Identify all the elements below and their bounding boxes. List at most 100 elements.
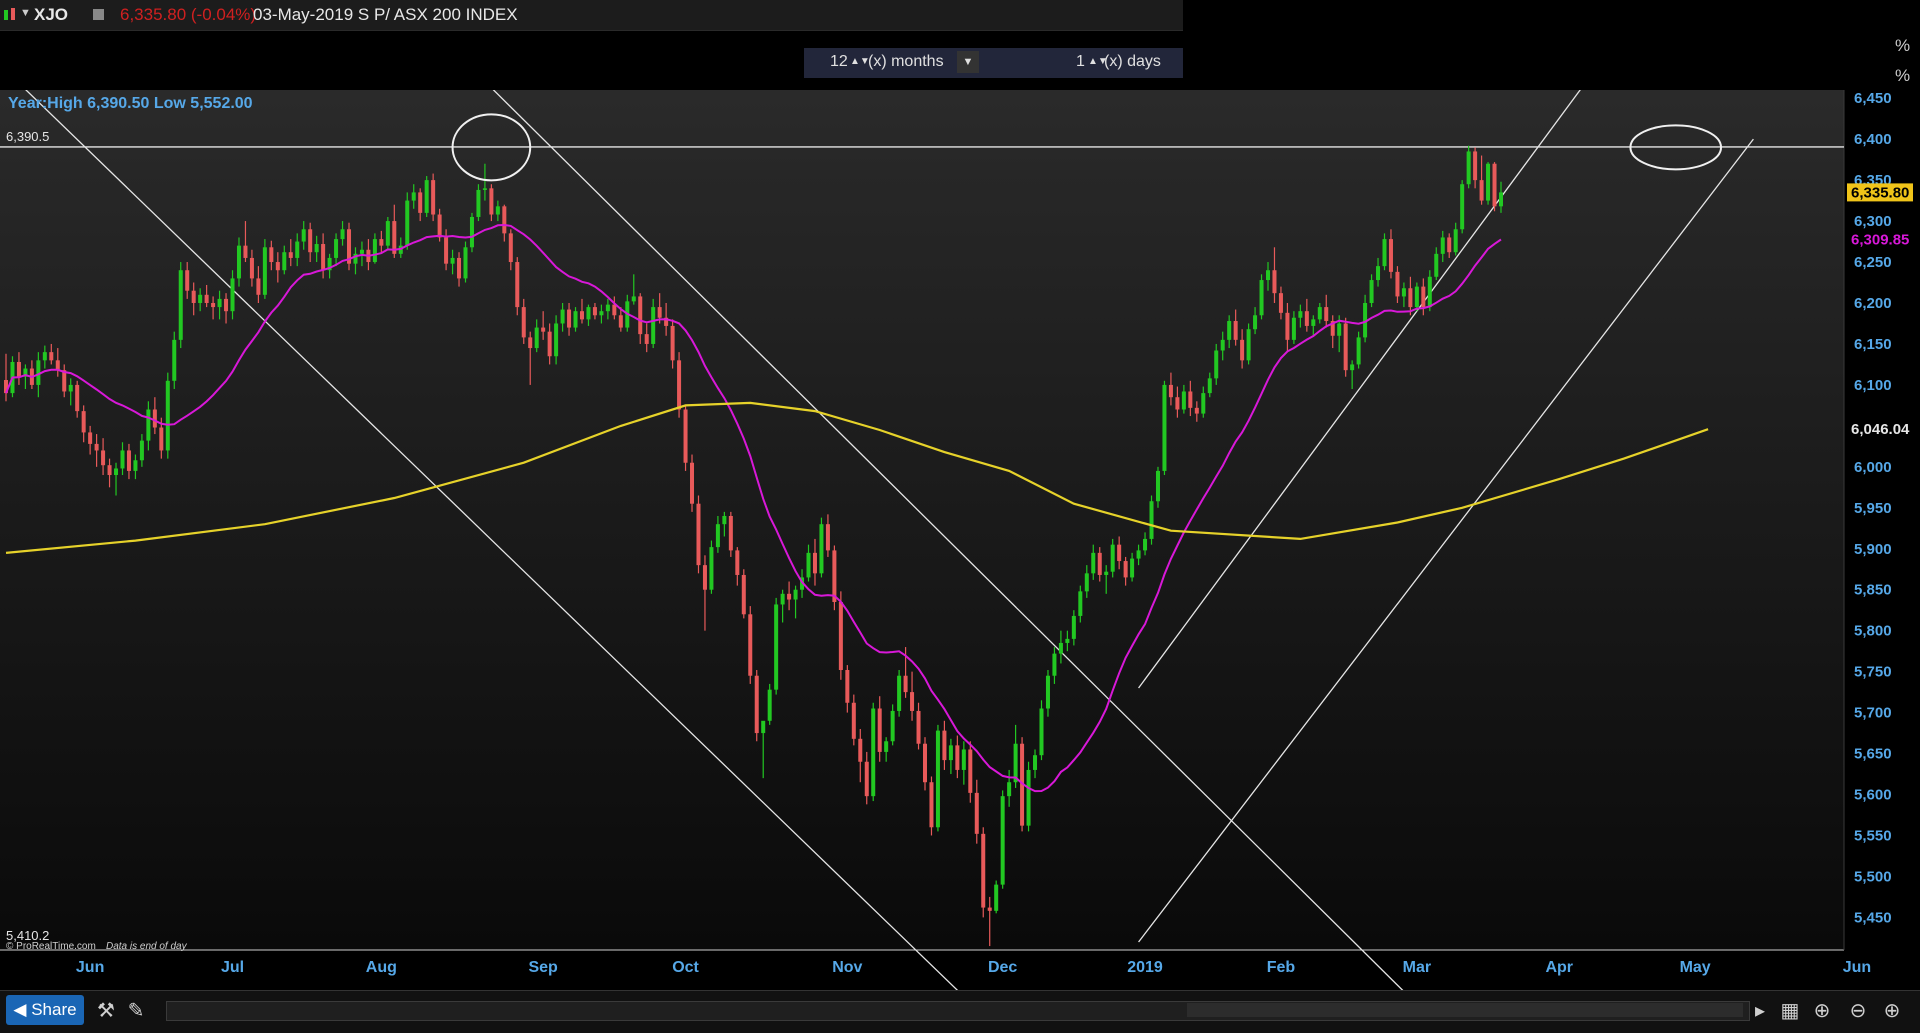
candle-body	[1486, 163, 1491, 201]
horizontal-scrollbar[interactable]	[166, 1001, 1750, 1021]
candle-body	[1143, 538, 1148, 551]
candle-body	[1149, 501, 1154, 539]
candle-body	[457, 257, 462, 279]
candle-body	[612, 304, 617, 316]
y-tick-label: 6,450	[1854, 90, 1892, 107]
candle-body	[1214, 350, 1219, 379]
candle-body	[1408, 288, 1413, 308]
candle-body	[994, 884, 999, 911]
percent-toggle-1[interactable]: %	[1895, 36, 1910, 56]
y-tick-label: 5,550	[1854, 827, 1892, 844]
candle-body	[735, 550, 740, 575]
candle-body	[282, 252, 287, 271]
x-tick-label: Aug	[366, 959, 397, 976]
share-icon: ◀	[13, 1000, 32, 1019]
candle-body	[851, 702, 856, 739]
candle-body	[198, 294, 203, 303]
candle-body	[1162, 384, 1167, 471]
price-chart[interactable]: 5,450 5,500 5,550 5,600 5,650 5,700 5,750 5,800…	[0, 90, 1920, 1005]
last-price-badge: 6,335.80	[1851, 184, 1909, 201]
candle-body	[838, 602, 843, 670]
candle-body	[1401, 288, 1406, 297]
candle-body	[1181, 391, 1186, 410]
candle-body	[16, 361, 21, 377]
scroll-thumb[interactable]	[1187, 1003, 1743, 1017]
months-value[interactable]: 12	[830, 51, 848, 73]
candle-body	[204, 294, 209, 303]
candle-body	[75, 384, 80, 412]
candle-body	[1350, 364, 1355, 371]
candle-body	[864, 761, 869, 797]
candle-body	[288, 252, 293, 258]
candle-body	[450, 257, 455, 264]
draw-icon[interactable]: ✎	[124, 999, 148, 1023]
candle-body	[1033, 755, 1038, 770]
candle-body	[541, 327, 546, 332]
symbol[interactable]: XJO	[34, 5, 68, 25]
chart-settings-icon[interactable]: ▦	[1778, 999, 1802, 1023]
y-tick-label: 5,750	[1854, 664, 1892, 681]
candle-body	[1473, 151, 1478, 181]
y-tick-label: 5,600	[1854, 787, 1892, 804]
candle-body	[1026, 769, 1031, 826]
candle-body	[780, 593, 785, 605]
candle-body	[301, 229, 306, 242]
candle-body	[114, 468, 119, 476]
candle-body	[243, 245, 248, 258]
candle-body	[599, 311, 604, 316]
candle-body	[1376, 266, 1381, 281]
candle-body	[651, 307, 656, 344]
ma-long-badge: 6,046.04	[1851, 421, 1910, 438]
candle-body	[1084, 573, 1089, 592]
scroll-right-icon[interactable]: ▸	[1748, 999, 1772, 1023]
candle-body	[903, 675, 908, 693]
candle-body	[1136, 550, 1141, 559]
candle-body	[62, 370, 67, 392]
candle-body	[340, 229, 345, 240]
y-tick-label: 5,950	[1854, 500, 1892, 517]
months-dropdown-icon[interactable]: ▼	[957, 51, 979, 73]
days-value[interactable]: 1	[1076, 51, 1085, 73]
candle-body	[1097, 552, 1102, 575]
months-label: (x) months	[868, 53, 944, 70]
candle-body	[1447, 237, 1452, 253]
candle-body	[1311, 319, 1316, 326]
zoom-fit-icon[interactable]: ⊕	[1810, 999, 1834, 1023]
candle-body	[385, 221, 390, 246]
candle-body	[1414, 286, 1419, 308]
dropdown-arrow-icon[interactable]: ▼	[20, 7, 31, 19]
y-tick-label: 6,250	[1854, 254, 1892, 271]
candle-body	[586, 307, 591, 320]
candle-body	[690, 462, 695, 504]
candle-body	[1194, 407, 1199, 414]
candle-body	[573, 311, 578, 328]
candle-body	[1498, 192, 1503, 207]
candle-body	[567, 309, 572, 328]
candle-chart-icon[interactable]	[2, 6, 20, 24]
candle-body	[1298, 311, 1303, 318]
candle-body	[321, 244, 326, 271]
candle-body	[1000, 796, 1005, 885]
candle-body	[482, 188, 487, 190]
zoom-in-icon[interactable]: ⊕	[1880, 999, 1904, 1023]
tools-icon[interactable]: ⚒	[94, 999, 118, 1023]
price-change: 6,335.80 (-0.04%)	[120, 5, 257, 24]
candle-body	[1427, 276, 1432, 308]
candle-body	[1071, 615, 1076, 639]
y-tick-label: 6,300	[1854, 213, 1892, 230]
candle-body	[1227, 321, 1232, 340]
zoom-out-icon[interactable]: ⊖	[1846, 999, 1870, 1023]
x-tick-label: Oct	[672, 959, 699, 976]
months-stepper-icon[interactable]: ▲▼	[850, 51, 870, 73]
candle-body	[722, 515, 727, 525]
info-icon[interactable]	[93, 9, 104, 20]
candle-body	[469, 216, 474, 248]
candle-body	[1078, 591, 1083, 616]
candle-body	[139, 440, 144, 461]
share-button[interactable]: ◀ Share	[6, 995, 84, 1025]
percent-toggle-2[interactable]: %	[1895, 66, 1910, 86]
candle-body	[825, 524, 830, 551]
candle-body	[463, 247, 468, 279]
candle-body	[877, 708, 882, 752]
candle-body	[1175, 397, 1180, 410]
